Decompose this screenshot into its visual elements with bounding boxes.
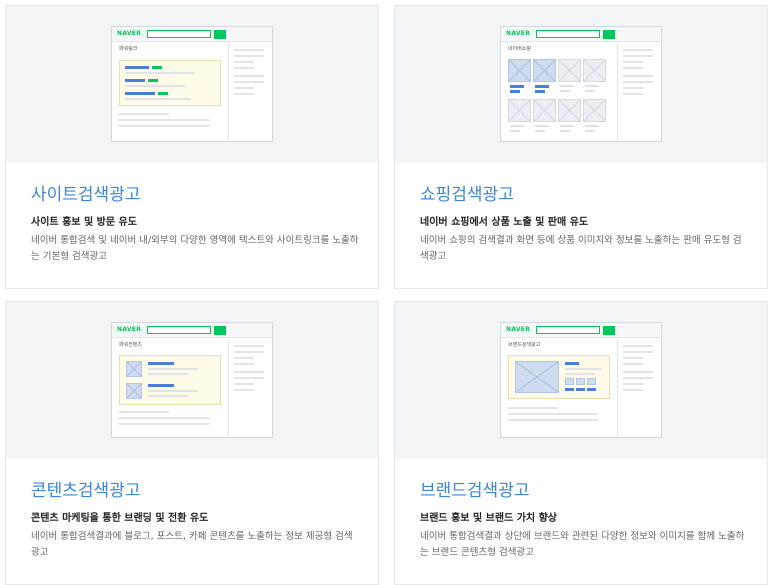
card-subtitle: 사이트 홍보 및 방문 유도 (31, 217, 137, 228)
card-description: 네이버 통합검색결과에 블로그, 포스트, 카페 콘텐츠를 노출하는 정보 제공… (31, 531, 353, 558)
card-title[interactable]: 쇼핑검색광고 (420, 184, 514, 206)
product-image-placeholder (583, 59, 606, 82)
brand-image-placeholder (515, 361, 559, 393)
card-title[interactable]: 브랜드검색광고 (420, 480, 529, 502)
mock-search-input (536, 30, 600, 38)
card-subtitle: 네이버 쇼핑에서 상품 노출 및 판매 유도 (420, 217, 589, 228)
section-label: 네이버쇼핑 (508, 46, 532, 52)
mock-search-button (603, 30, 615, 39)
ad-product-card-shopping-search[interactable]: NAVER 네이버쇼핑 쇼핑검색광고 네이버 쇼핑에서 상품 노출 및 판매 유… (394, 5, 768, 289)
mock-search-button (603, 326, 615, 335)
product-image-placeholder (533, 99, 556, 122)
naver-logo: NAVER (506, 326, 531, 333)
product-image-placeholder (508, 59, 531, 82)
content-image-placeholder (126, 383, 142, 399)
product-image-placeholder (558, 99, 581, 122)
card-subtitle: 콘텐츠 마케팅을 통한 브랜딩 및 전환 유도 (31, 513, 209, 524)
ad-highlight-box (119, 355, 221, 405)
naver-logo: NAVER (117, 326, 142, 333)
section-label: 브랜드검색광고 (508, 342, 541, 348)
mock-search-input (147, 30, 211, 38)
search-result-mockup: NAVER 브랜드검색광고 (500, 322, 662, 438)
card-title[interactable]: 콘텐츠검색광고 (31, 480, 140, 502)
card-description: 네이버 통합검색 및 네이버 내/외부의 다양한 영역에 텍스트와 사이트링크를… (31, 235, 359, 262)
preview-thumbnail: NAVER 파워링크 (6, 6, 378, 163)
preview-thumbnail: NAVER 네이버쇼핑 (395, 6, 767, 163)
mock-search-bar: NAVER (112, 27, 272, 42)
search-result-mockup: NAVER 네이버쇼핑 (500, 26, 662, 142)
ad-highlight-box (119, 60, 221, 106)
naver-logo: NAVER (506, 30, 531, 37)
product-image-placeholder (558, 59, 581, 82)
product-image-placeholder (533, 59, 556, 82)
product-image-placeholder (508, 99, 531, 122)
mock-search-bar: NAVER (501, 323, 661, 338)
ad-product-card-content-search[interactable]: NAVER 파워컨텐츠 콘텐츠검색광고 콘텐츠 마케팅을 통한 브랜딩 및 전환… (5, 301, 379, 585)
preview-thumbnail: NAVER 브랜드검색광고 (395, 302, 767, 459)
mock-search-button (214, 326, 226, 335)
mock-search-input (536, 326, 600, 334)
content-image-placeholder (126, 361, 142, 377)
card-title[interactable]: 사이트검색광고 (31, 184, 140, 206)
mock-search-input (147, 326, 211, 334)
naver-logo: NAVER (117, 30, 142, 37)
mock-search-button (214, 30, 226, 39)
card-subtitle: 브랜드 홍보 및 브랜드 가치 향상 (420, 513, 558, 524)
ad-product-card-brand-search[interactable]: NAVER 브랜드검색광고 브랜드검색광고 브랜드 홍보 및 브랜드 가치 향상… (394, 301, 768, 585)
card-description: 네이버 통합검색결과 상단에 브랜드와 관련된 다양한 정보와 이미지를 함께 … (420, 531, 745, 558)
ad-product-card-site-search[interactable]: NAVER 파워링크 사이트검색광고 사이트 홍보 및 방문 유도 네이버 통합… (5, 5, 379, 289)
search-result-mockup: NAVER 파워링크 (111, 26, 273, 142)
preview-thumbnail: NAVER 파워컨텐츠 (6, 302, 378, 459)
mock-search-bar: NAVER (501, 27, 661, 42)
mock-search-bar: NAVER (112, 323, 272, 338)
ad-highlight-box (508, 355, 610, 399)
section-label: 파워컨텐츠 (119, 342, 143, 348)
card-description: 네이버 쇼핑의 검색결과 화면 등에 상품 이미지와 정보를 노출하는 판매 유… (420, 235, 742, 262)
search-result-mockup: NAVER 파워컨텐츠 (111, 322, 273, 438)
section-label: 파워링크 (119, 46, 138, 52)
product-image-placeholder (583, 99, 606, 122)
